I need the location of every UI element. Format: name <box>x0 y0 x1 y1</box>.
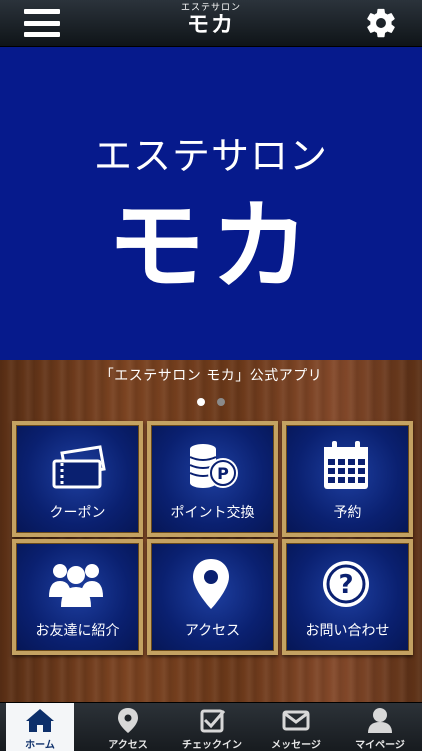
tab-message[interactable]: メッセージ <box>254 703 338 751</box>
tile-label: アクセス <box>184 623 241 639</box>
points-coins-icon: P <box>189 444 238 488</box>
tab-label: マイページ <box>355 740 405 751</box>
tile-coupon[interactable]: クーポン <box>12 421 143 537</box>
map-pin-icon <box>118 708 138 733</box>
hero-banner[interactable]: エステサロン モカ <box>0 47 422 360</box>
group-people-icon <box>49 564 103 607</box>
tab-checkin[interactable]: チェックイン <box>170 703 254 751</box>
tab-label: チェックイン <box>182 740 242 751</box>
carousel-indicator <box>0 391 422 410</box>
bottom-tab-bar: ホーム アクセス チェックイン メッセージ マイページ <box>0 702 422 751</box>
person-icon <box>368 708 392 733</box>
tile-label: 予約 <box>333 505 362 521</box>
tab-label: アクセス <box>108 740 148 751</box>
envelope-icon <box>282 710 310 731</box>
svg-text:?: ? <box>338 570 353 600</box>
carousel-dot-active[interactable] <box>197 398 206 406</box>
svg-text:P: P <box>217 464 229 483</box>
carousel-dot[interactable] <box>216 398 225 406</box>
home-icon <box>26 709 54 732</box>
tab-mypage[interactable]: マイページ <box>338 703 422 751</box>
banner-title: モカ <box>106 190 315 304</box>
header-logo: エステサロン モカ <box>0 3 422 38</box>
tab-access[interactable]: アクセス <box>86 703 170 751</box>
tile-label: クーポン <box>49 505 106 521</box>
tile-label: お問い合わせ <box>305 623 390 639</box>
tile-invite-friend[interactable]: お友達に紹介 <box>12 539 143 655</box>
tab-label: メッセージ <box>271 740 321 751</box>
tile-contact[interactable]: ? お問い合わせ <box>282 539 413 655</box>
coupon-ticket-icon <box>52 445 106 489</box>
tile-access[interactable]: アクセス <box>147 539 278 655</box>
question-icon: ? <box>323 561 369 607</box>
tab-home[interactable]: ホーム <box>6 703 74 751</box>
checkin-icon <box>200 709 226 733</box>
app-header: エステサロン モカ <box>0 0 422 47</box>
tab-label: ホーム <box>25 740 55 751</box>
calendar-icon <box>324 441 368 489</box>
tile-reservation[interactable]: 予約 <box>282 421 413 537</box>
tile-label: ポイント交換 <box>170 505 255 521</box>
logo-title: モカ <box>186 13 235 38</box>
tile-points[interactable]: P ポイント交換 <box>147 421 278 537</box>
tile-label: お友達に紹介 <box>35 623 120 639</box>
banner-caption: 「エステサロン モカ」公式アプリ <box>99 368 323 384</box>
gear-icon[interactable] <box>364 6 398 40</box>
map-pin-icon <box>193 559 229 609</box>
